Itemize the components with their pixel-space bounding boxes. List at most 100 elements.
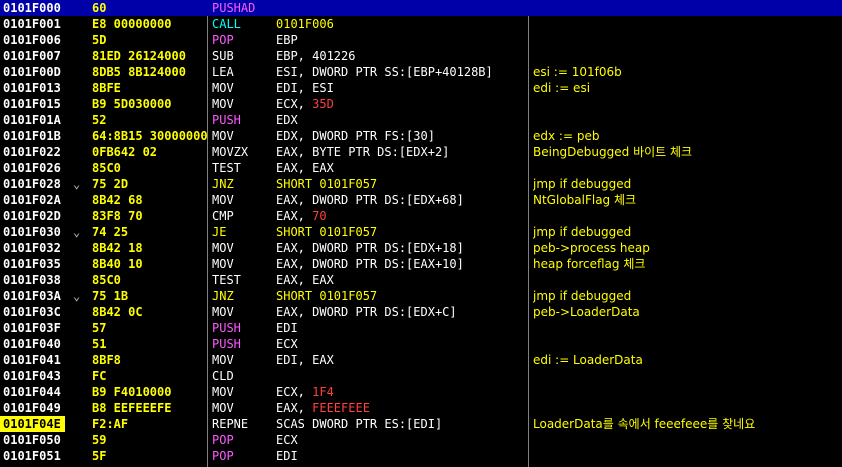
address-cell: 0101F000 [3, 1, 61, 15]
disassembly-row[interactable]: 0101F03A ⌄ 75 1B JNZ SHORT 0101F057 jmp if de… [0, 288, 842, 304]
hex-bytes-cell: 57 [92, 321, 107, 335]
disassembly-row[interactable]: 0101F03C 8B42 0C MOV EAX, DWORD PTR DS:[EDX… [0, 304, 842, 320]
hex-bytes-cell: F2:AF [92, 417, 129, 431]
mnemonic-cell: MOV [212, 385, 234, 399]
mnemonic-cell: MOV [212, 81, 234, 95]
hex-bytes-cell: 74 25 [92, 225, 129, 239]
jump-arrow-icon: ⌄ [73, 289, 81, 303]
mnemonic-cell: POP [212, 449, 234, 463]
mnemonic-cell: CALL [212, 17, 241, 31]
hex-bytes-cell: FC [92, 369, 107, 383]
comment-cell: heap forceflag 체크 [533, 257, 646, 271]
mnemonic-cell: CLD [212, 369, 234, 383]
disassembly-row[interactable]: 0101F041 8BF8 MOV EDI, EAX edi := LoaderData [0, 352, 842, 368]
operands-cell: SCAS DWORD PTR ES:[EDI] [276, 417, 443, 431]
mnemonic-cell: POP [212, 433, 234, 447]
operands-cell: EAX, FEEEFEEE [276, 401, 370, 415]
operands-cell: SHORT 0101F057 [276, 225, 378, 239]
disassembly-row[interactable]: 0101F049 B8 EEFEEEFE MOV EAX, FEEEFEEE [0, 400, 842, 416]
address-cell: 0101F050 [3, 433, 61, 447]
operands-cell: ECX, 35D [276, 97, 334, 111]
mnemonic-cell: MOV [212, 401, 234, 415]
address-cell: 0101F013 [3, 81, 61, 95]
operands-cell [276, 0, 530, 16]
disassembly-row[interactable]: 0101F051 5F POP EDI [0, 448, 842, 464]
disassembly-row[interactable]: 0101F006 5D POP EBP [0, 32, 842, 48]
address-cell: 0101F00D [3, 65, 61, 79]
disassembly-row[interactable]: 0101F01A 52 PUSH EDX [0, 112, 842, 128]
mnemonic-cell: MOV [212, 257, 234, 271]
disassembly-row[interactable]: 0101F03F 57 PUSH EDI [0, 320, 842, 336]
disassembly-row[interactable]: 0101F022 0FB642 02 MOVZX EAX, BYTE PTR DS:[… [0, 144, 842, 160]
comment-cell: peb->LoaderData [533, 305, 640, 319]
disassembly-row[interactable]: 0101F007 81ED 26124000 SUB EBP, 401226 [0, 48, 842, 64]
address-cell: 0101F04E [0, 416, 65, 432]
disassembly-row[interactable]: 0101F040 51 PUSH ECX [0, 336, 842, 352]
operands-cell: ECX, 1F4 [276, 385, 334, 399]
mnemonic-cell: LEA [212, 65, 234, 79]
disassembly-row[interactable]: 0101F000 60 PUSHAD [0, 0, 842, 16]
address-cell: 0101F01A [3, 113, 61, 127]
hex-bytes-cell: 60 [92, 1, 107, 15]
address-cell: 0101F007 [3, 49, 61, 63]
address-cell: 0101F035 [3, 257, 61, 271]
address-cell: 0101F01B [3, 129, 61, 143]
address-cell: 0101F038 [3, 273, 61, 287]
operands-cell: EDI [276, 449, 298, 463]
disassembly-pane[interactable]: 0101F000 60 PUSHAD 0101F001 E8 00000000 CALL 0… [0, 0, 842, 467]
hex-bytes-cell: 8B42 0C [92, 305, 143, 319]
comment-cell: NtGlobalFlag 체크 [533, 193, 637, 207]
hex-bytes-cell: 8B40 10 [92, 257, 143, 271]
mnemonic-cell: MOV [212, 129, 234, 143]
mnemonic-cell: TEST [212, 273, 241, 287]
address-cell: 0101F022 [3, 145, 61, 159]
address-cell: 0101F044 [3, 385, 61, 399]
disassembly-row[interactable]: 0101F00D 8DB5 8B124000 LEA ESI, DWORD PTR S… [0, 64, 842, 80]
disassembly-row[interactable]: 0101F001 E8 00000000 CALL 0101F006 [0, 16, 842, 32]
disassembly-row[interactable]: 0101F035 8B40 10 MOV EAX, DWORD PTR DS:[EAX… [0, 256, 842, 272]
operands-cell: EAX, EAX [276, 273, 334, 287]
mnemonic-cell: POP [212, 33, 234, 47]
mnemonic-cell: JE [212, 225, 227, 239]
hex-bytes-cell: 8B42 18 [92, 241, 143, 255]
hex-bytes-cell: 75 1B [92, 289, 129, 303]
comment-cell: BeingDebugged 바이트 체크 [533, 145, 693, 159]
address-cell: 0101F040 [3, 337, 61, 351]
disassembly-row[interactable]: 0101F044 B9 F4010000 MOV ECX, 1F4 [0, 384, 842, 400]
mnemonic-cell: MOV [212, 193, 234, 207]
operands-cell: ECX [276, 433, 298, 447]
address-cell: 0101F001 [3, 17, 61, 31]
disassembly-row[interactable]: 0101F026 85C0 TEST EAX, EAX [0, 160, 842, 176]
disassembly-row[interactable]: 0101F015 B9 5D030000 MOV ECX, 35D [0, 96, 842, 112]
disassembly-row[interactable]: 0101F01B 64:8B15 30000000 MOV EDX, DWORD PT… [0, 128, 842, 144]
hex-bytes-cell: 81ED 26124000 [92, 49, 186, 63]
address-cell: 0101F015 [3, 97, 61, 111]
disassembly-row[interactable]: 0101F043 FC CLD [0, 368, 842, 384]
mnemonic-cell: SUB [212, 49, 234, 63]
operands-cell: EBP, 401226 [276, 49, 356, 63]
operands-cell: EDI, EAX [276, 353, 334, 367]
mnemonic-cell: CMP [212, 209, 234, 223]
address-cell: 0101F051 [3, 449, 61, 463]
address-cell: 0101F02A [3, 193, 61, 207]
jump-arrow-icon: ⌄ [73, 177, 81, 191]
hex-bytes-cell: B9 5D030000 [92, 97, 172, 111]
mnemonic-cell: MOV [212, 305, 234, 319]
comment-cell: esi := 101f06b [533, 65, 622, 79]
mnemonic-cell: PUSHAD [212, 1, 256, 15]
operands-cell: ESI, DWORD PTR SS:[EBP+40128B] [276, 65, 493, 79]
operands-cell: ECX [276, 337, 298, 351]
disassembly-row[interactable]: 0101F02A 8B42 68 MOV EAX, DWORD PTR DS:[EDX… [0, 192, 842, 208]
disassembly-row[interactable]: 0101F050 59 POP ECX [0, 432, 842, 448]
operands-cell [276, 368, 530, 384]
disassembly-row[interactable]: 0101F038 85C0 TEST EAX, EAX [0, 272, 842, 288]
disassembly-row[interactable]: 0101F030 ⌄ 74 25 JE SHORT 0101F057 jmp if deb… [0, 224, 842, 240]
disassembly-row[interactable]: 0101F013 8BFE MOV EDI, ESI edi := esi [0, 80, 842, 96]
hex-bytes-cell: B9 F4010000 [92, 385, 172, 399]
disassembly-row[interactable]: 0101F04E F2:AF REPNE SCAS DWORD PTR ES:[EDI… [0, 416, 842, 432]
address-cell: 0101F03A [3, 289, 61, 303]
disassembly-row[interactable]: 0101F028 ⌄ 75 2D JNZ SHORT 0101F057 jmp if de… [0, 176, 842, 192]
disassembly-row[interactable]: 0101F032 8B42 18 MOV EAX, DWORD PTR DS:[EDX… [0, 240, 842, 256]
comment-cell: peb->process heap [533, 241, 650, 255]
disassembly-row[interactable]: 0101F02D 83F8 70 CMP EAX, 70 [0, 208, 842, 224]
